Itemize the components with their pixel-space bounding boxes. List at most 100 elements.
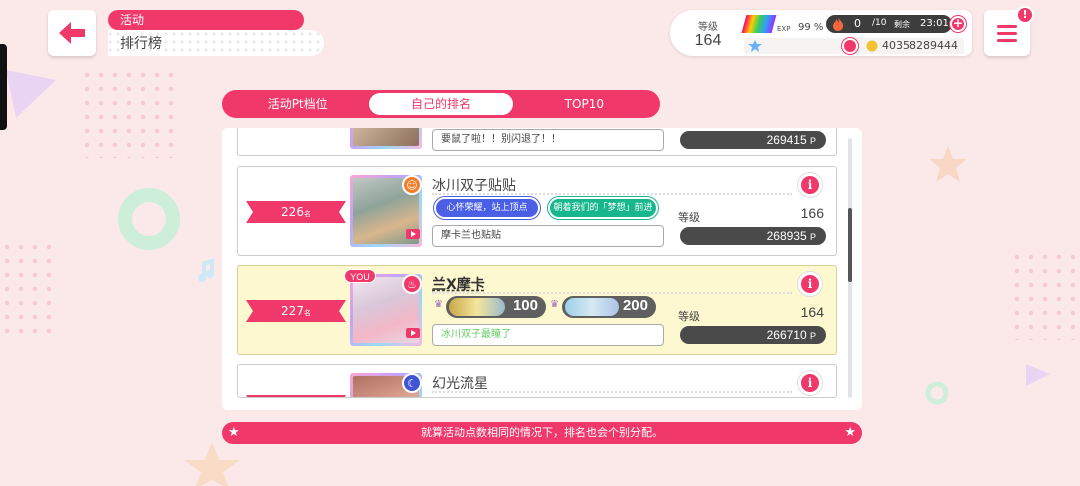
player-level: 164 [694, 32, 722, 49]
stamina-bar: 0 /10 剩余 23:01 [826, 15, 952, 33]
scrollbar-thumb[interactable] [848, 208, 852, 282]
points-value: 266710 [766, 328, 807, 342]
trophy-rank: 100 [512, 297, 538, 314]
bg-dots-left-low [0, 240, 60, 340]
trophy-rank: 200 [622, 297, 648, 314]
event-points: 266710 P [680, 326, 826, 344]
bg-dots-right [1010, 250, 1080, 340]
bg-triangle-icon [6, 70, 56, 118]
menu-icon [997, 24, 1017, 28]
screen-title: 活动 排行榜 [108, 10, 324, 56]
player-info-button[interactable]: i [798, 173, 822, 197]
bg-star-icon [929, 146, 967, 182]
stamina-value: 0 [854, 17, 861, 30]
tab-event-pt-tiers[interactable]: 活动Pt档位 [226, 93, 369, 115]
ranking-row-self[interactable]: 227名 YOU ♨ 兰X摩卡 ♛ 100 ♛ 200 冰川双子最瞳了 i 等级… [237, 265, 837, 355]
bg-note-icon [198, 258, 214, 282]
trophy-image [449, 298, 505, 316]
crown-icon: ♛ [434, 299, 443, 310]
rank-suffix: 名 [303, 210, 311, 218]
ranking-row[interactable]: 226名 ☺ 冰川双子贴贴 心怀荣耀，站上顶点 朝着我们的「梦想」前进 摩卡兰也… [237, 166, 837, 256]
player-comment: 冰川双子最瞳了 [432, 324, 664, 346]
notification-alert-icon: ! [1016, 6, 1034, 24]
event-trophy-badge: 100 [446, 296, 546, 318]
bg-ring-small-icon [925, 381, 949, 405]
event-trophy-badge: 200 [562, 296, 656, 318]
name-divider [432, 391, 792, 393]
menu-icon-line [997, 31, 1017, 35]
star-icon: ★ [228, 425, 240, 440]
rank-ribbon [246, 395, 346, 397]
flame-icon [833, 17, 844, 31]
player-name: 冰川双子贴贴 [432, 178, 516, 194]
add-stamina-button[interactable]: + [950, 16, 966, 32]
points-value: 269415 [766, 133, 807, 147]
title-badge [548, 395, 658, 397]
video-play-icon [406, 328, 420, 338]
player-info-button[interactable]: i [798, 371, 822, 395]
player-comment: 要鼠了啦！！别闪退了！！ [432, 129, 664, 151]
points-suffix: P [809, 331, 816, 341]
player-level: 164 [800, 304, 824, 320]
footer-notice-text: 就算活动点数相同的情况下，排名也会个别分配。 [421, 426, 663, 439]
bg-triangle-right-icon [1026, 364, 1050, 386]
level-label: 等级 [678, 211, 700, 224]
menu-icon-line [997, 38, 1017, 42]
exp-percent: 99 % [798, 22, 824, 33]
cool-attribute-icon: ☾ [402, 373, 422, 393]
name-divider [432, 292, 792, 294]
page-title: 排行榜 [108, 30, 324, 56]
tab-my-rank[interactable]: 自己的排名 [369, 93, 513, 115]
crown-icon: ♛ [550, 299, 559, 310]
player-status-panel: 等级 164 EXP 99 % 0 /10 剩余 23:01 + 4035 82… [670, 10, 972, 56]
stamina-max: /10 [872, 18, 887, 28]
player-name: 兰X摩卡 [432, 277, 485, 293]
bg-ring-icon [118, 188, 180, 250]
rank-number: 226 [281, 205, 304, 219]
tab-top10[interactable]: TOP10 [513, 93, 656, 115]
video-play-icon [406, 229, 420, 239]
points-value: 268935 [766, 229, 807, 243]
screen-category: 活动 [108, 10, 304, 30]
coin-icon [866, 40, 878, 52]
bg-dots-left [80, 68, 180, 158]
bg-star-bottom-icon [184, 442, 240, 486]
rank-ribbon: 226名 [246, 201, 346, 223]
remaining-label: 剩余 [894, 20, 910, 29]
add-stars-button[interactable] [842, 38, 858, 54]
ranking-row-partial[interactable]: ☾ 幻光流星 i [237, 364, 837, 398]
footer-notice: ★ 就算活动点数相同的情况下，排名也会个别分配。 ★ [222, 422, 862, 444]
star-icon: ★ [844, 425, 856, 440]
player-level: 166 [800, 205, 824, 221]
rank-suffix: 名 [303, 309, 311, 317]
title-badge [434, 395, 540, 397]
back-arrow-icon [59, 22, 85, 44]
powerful-attribute-icon: ♨ [402, 274, 422, 294]
back-button[interactable] [48, 10, 96, 56]
currency-row: 4035 8289444 [744, 38, 964, 54]
coin-count: 8289444 [909, 39, 958, 52]
rank-ribbon: 227名 [246, 300, 346, 322]
event-points: 269415 P [680, 131, 826, 149]
level-label: 等级 [678, 310, 700, 323]
exp-label: EXP [777, 25, 791, 33]
trophy-image [565, 298, 619, 316]
title-badge: 朝着我们的「梦想」前进 [548, 197, 658, 219]
exp-rainbow-icon [741, 15, 777, 33]
happy-attribute-icon: ☺ [402, 175, 422, 195]
stamina-timer: 23:01 [920, 18, 949, 29]
rank-number: 227 [281, 304, 304, 318]
title-badge: 心怀荣耀，站上顶点 [434, 197, 540, 219]
player-name: 幻光流星 [432, 376, 488, 392]
player-info-button[interactable]: i [798, 272, 822, 296]
you-badge: YOU [344, 269, 376, 283]
player-comment: 摩卡兰也贴贴 [432, 225, 664, 247]
event-points: 268935 P [680, 227, 826, 245]
name-divider [432, 193, 792, 195]
star-gem-icon [748, 40, 762, 52]
left-edge-handle [0, 44, 7, 130]
points-suffix: P [809, 136, 816, 146]
player-level-label: 等级 [698, 22, 718, 33]
points-suffix: P [809, 232, 816, 242]
ranking-tabs: 活动Pt档位 自己的排名 TOP10 [222, 90, 660, 118]
